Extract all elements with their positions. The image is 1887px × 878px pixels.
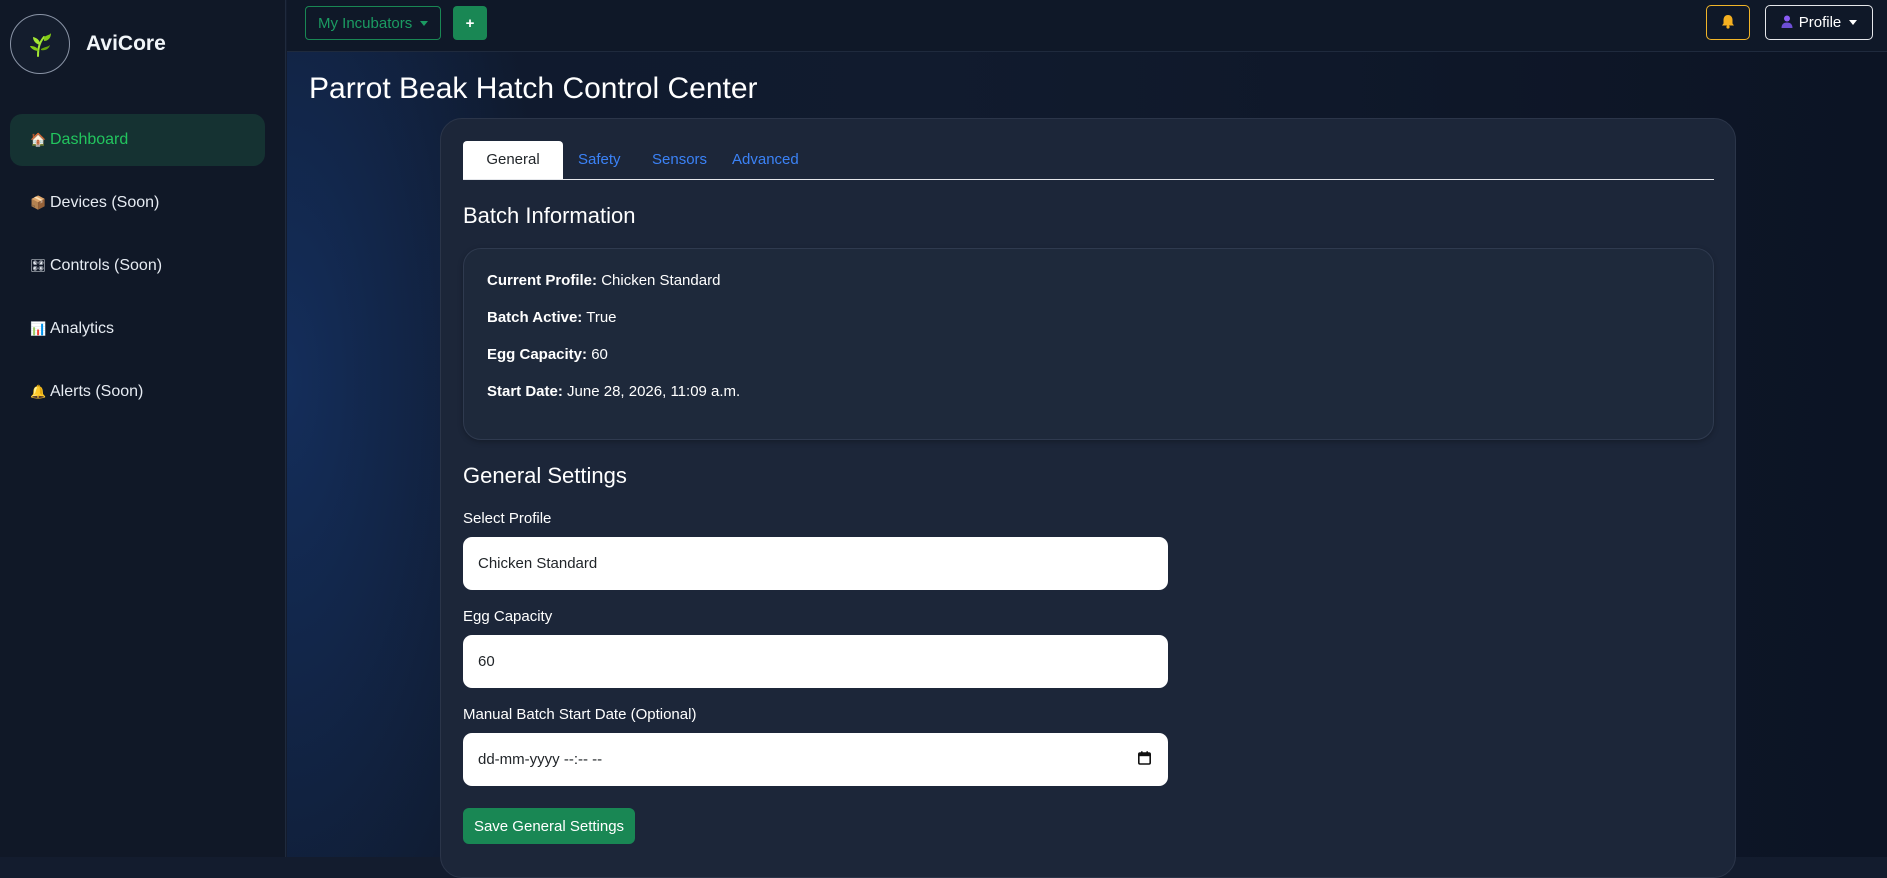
tab-sensors[interactable]: Sensors — [637, 141, 722, 179]
egg-capacity-input[interactable]: 60 — [463, 635, 1168, 688]
sidebar-item-label: Dashboard — [50, 131, 129, 148]
batch-information-heading: Batch Information — [463, 203, 636, 228]
tab-general[interactable]: General — [463, 141, 563, 179]
select-profile-label: Select Profile — [463, 510, 552, 527]
top-navbar: My Incubators + Profile — [287, 0, 1887, 52]
my-incubators-dropdown[interactable]: My Incubators — [305, 6, 442, 40]
batch-active-value: True — [586, 309, 617, 326]
tab-advanced[interactable]: Advanced — [717, 141, 814, 179]
calendar-icon[interactable] — [1138, 751, 1151, 769]
profile-dropdown[interactable]: Profile — [1765, 5, 1873, 40]
egg-capacity-input-value: 60 — [478, 653, 495, 670]
start-date-row: Start Date: June 28, 2026, 11:09 a.m. — [487, 383, 740, 400]
current-profile-value: Chicken Standard — [601, 272, 721, 289]
select-profile-field[interactable]: Chicken Standard — [463, 537, 1168, 590]
sidebar-nav: 🏠 Dashboard 📦 Devices (Soon) 🎛 Controls … — [10, 114, 265, 429]
batch-active-label: Batch Active: — [487, 309, 583, 326]
sidebar-item-devices[interactable]: 📦 Devices (Soon) — [10, 177, 265, 229]
chevron-down-icon — [1849, 20, 1858, 25]
sidebar-item-alerts[interactable]: 🔔 Alerts (Soon) — [10, 366, 265, 418]
brand[interactable]: AviCore — [10, 14, 166, 74]
chevron-down-icon — [420, 20, 429, 26]
save-general-settings-button[interactable]: Save General Settings — [463, 808, 635, 844]
sidebar: AviCore 🏠 Dashboard 📦 Devices (Soon) 🎛 C… — [0, 0, 286, 857]
sidebar-item-label: Controls (Soon) — [50, 257, 163, 274]
bell-icon — [1721, 14, 1735, 32]
profile-label: Profile — [1798, 14, 1842, 31]
package-icon: 📦 — [30, 195, 47, 210]
egg-capacity-row: Egg Capacity: 60 — [487, 346, 608, 363]
bar-chart-icon: 📊 — [30, 321, 47, 336]
egg-capacity-label: Egg Capacity: — [487, 346, 588, 363]
leaf-logo-icon — [10, 14, 70, 74]
sidebar-item-label: Alerts (Soon) — [50, 383, 144, 400]
brand-name: AviCore — [86, 32, 166, 55]
settings-card: General Safety Sensors Advanced Batch In… — [440, 118, 1736, 878]
sidebar-item-analytics[interactable]: 📊 Analytics — [10, 303, 265, 355]
control-knobs-icon: 🎛 — [30, 258, 47, 273]
batch-active-row: Batch Active: True — [487, 309, 617, 326]
current-profile-label: Current Profile: — [487, 272, 598, 289]
start-date-field-label: Manual Batch Start Date (Optional) — [463, 706, 697, 723]
sidebar-item-label: Analytics — [50, 320, 115, 337]
sidebar-item-dashboard[interactable]: 🏠 Dashboard — [10, 114, 265, 166]
start-date-value: June 28, 2026, 11:09 a.m. — [567, 383, 741, 400]
my-incubators-label: My Incubators — [318, 14, 413, 32]
start-date-label: Start Date: — [487, 383, 563, 400]
add-incubator-button[interactable]: + — [453, 6, 487, 40]
bell-icon: 🔔 — [30, 384, 47, 399]
general-settings-heading: General Settings — [463, 463, 627, 488]
page-title: Parrot Beak Hatch Control Center — [309, 72, 758, 105]
batch-start-date-input[interactable]: dd-mm-yyyy --:-- -- — [463, 733, 1168, 786]
batch-start-date-placeholder: dd-mm-yyyy --:-- -- — [478, 751, 603, 768]
sidebar-item-controls[interactable]: 🎛 Controls (Soon) — [10, 240, 265, 292]
settings-tabs: General Safety Sensors Advanced — [463, 141, 1714, 180]
batch-info-panel: Current Profile: Chicken Standard Batch … — [463, 248, 1714, 440]
egg-capacity-field-label: Egg Capacity — [463, 608, 553, 625]
house-icon: 🏠 — [30, 132, 47, 147]
tab-safety[interactable]: Safety — [563, 141, 636, 179]
user-icon — [1781, 15, 1793, 31]
main-content: My Incubators + Profile Parrot Beak Hatc… — [287, 0, 1887, 878]
select-profile-value: Chicken Standard — [478, 555, 598, 572]
current-profile-row: Current Profile: Chicken Standard — [487, 272, 720, 289]
notifications-button[interactable] — [1706, 5, 1750, 40]
egg-capacity-value: 60 — [591, 346, 608, 363]
sidebar-item-label: Devices (Soon) — [50, 194, 160, 211]
